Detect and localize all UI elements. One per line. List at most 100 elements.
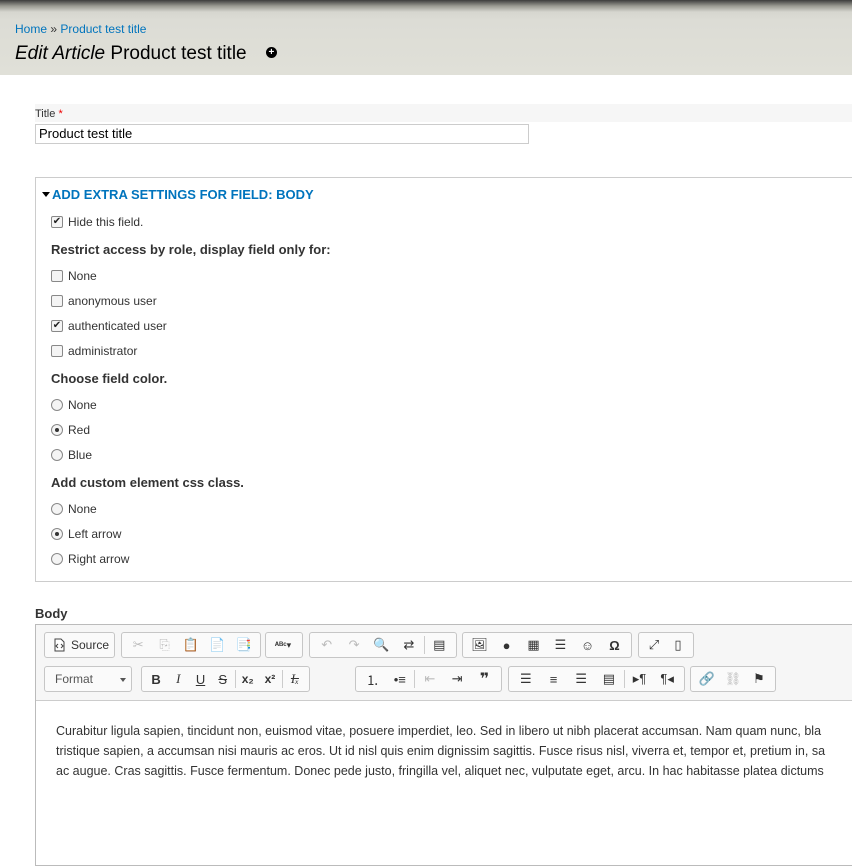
add-shortcut-icon[interactable]: + <box>265 47 277 59</box>
hide-field-option[interactable]: ✔ Hide this field. <box>51 215 143 229</box>
list-group: ⒈ •≡ ⇤ ⇥ ❞ <box>355 666 502 692</box>
title-label-text: Title <box>35 108 56 120</box>
smiley-icon[interactable]: ☺ <box>574 634 601 656</box>
editor-content[interactable]: Curabitur ligula sapien, tincidunt non, … <box>56 721 852 781</box>
editor-toolbar: Source ✂ ⎘ 📋 📄 📑 ᴬᴮᶜ▾ ↶ ↷ 🔍 ⇄ ▤ 🖼 ● ▦ ☰ … <box>36 625 852 701</box>
extra-settings-toggle[interactable]: Add extra settings for field: Body <box>42 187 314 202</box>
role-authenticated-checkbox[interactable]: ✔ <box>51 319 63 332</box>
redo-icon[interactable]: ↷ <box>340 634 367 656</box>
color-blue-radio[interactable] <box>51 448 63 461</box>
hide-field-label: Hide this field. <box>68 215 144 229</box>
source-button[interactable]: Source <box>48 638 114 652</box>
format-label: Format <box>55 672 94 686</box>
bulleted-list-icon[interactable]: •≡ <box>386 668 413 690</box>
color-red-radio[interactable] <box>51 423 63 436</box>
image-icon[interactable]: 🖼 <box>466 634 493 656</box>
toolbar-separator <box>623 670 625 688</box>
color-group-title: Choose field color. <box>51 371 168 386</box>
css-none-label: None <box>68 502 97 516</box>
css-left-arrow-radio[interactable] <box>51 527 63 540</box>
toolbar-separator <box>282 670 283 688</box>
css-option-none[interactable]: None <box>51 502 97 516</box>
align-left-icon[interactable]: ☰ <box>512 668 540 690</box>
body-editor: Source ✂ ⎘ 📋 📄 📑 ᴬᴮᶜ▾ ↶ ↷ 🔍 ⇄ ▤ 🖼 ● ▦ ☰ … <box>35 624 852 866</box>
italic-icon[interactable]: I <box>167 668 189 690</box>
find-icon[interactable]: 🔍 <box>368 634 395 656</box>
css-option-left-arrow[interactable]: Left arrow <box>51 527 121 541</box>
strike-icon[interactable]: S <box>212 668 234 690</box>
numbered-list-icon[interactable]: ⒈ <box>359 668 386 690</box>
indent-icon[interactable]: ⇥ <box>444 668 471 690</box>
extra-settings-fieldset: Add extra settings for field: Body ✔ Hide… <box>35 177 852 582</box>
paste-word-icon[interactable]: 📑 <box>231 634 257 656</box>
breadcrumb-current-link[interactable]: Product test title <box>60 22 146 36</box>
view-group: ⤢ ▯ <box>638 632 694 658</box>
collapse-triangle-icon <box>42 192 50 198</box>
undo-icon[interactable]: ↶ <box>313 634 340 656</box>
align-center-icon[interactable]: ≡ <box>540 668 568 690</box>
select-all-icon[interactable]: ▤ <box>426 634 453 656</box>
alignment-group: ☰ ≡ ☰ ▤ ▸¶ ¶◂ <box>508 666 685 692</box>
role-administrator-label: administrator <box>68 344 138 358</box>
anchor-flag-icon[interactable]: ⚑ <box>746 668 772 690</box>
css-right-arrow-label: Right arrow <box>68 552 130 566</box>
title-input[interactable] <box>35 124 529 144</box>
link-icon[interactable]: 🔗 <box>694 668 720 690</box>
maximize-icon[interactable]: ⤢ <box>642 634 666 656</box>
source-group: Source <box>44 632 115 658</box>
body-field-label: Body <box>35 606 68 621</box>
page-title-prefix: Edit Article <box>15 43 106 64</box>
color-option-red[interactable]: Red <box>51 423 90 437</box>
css-class-group-title: Add custom element css class. <box>51 475 244 490</box>
bold-icon[interactable]: B <box>145 668 167 690</box>
copy-icon[interactable]: ⎘ <box>151 634 177 656</box>
align-right-icon[interactable]: ☰ <box>567 668 595 690</box>
color-red-label: Red <box>68 423 91 437</box>
remove-format-icon[interactable]: Iₓ <box>284 668 306 690</box>
title-field: Title * <box>35 104 852 152</box>
role-option-administrator[interactable]: administrator <box>51 344 137 358</box>
role-authenticated-label: authenticated user <box>68 319 167 333</box>
css-right-arrow-radio[interactable] <box>51 552 63 565</box>
paste-icon[interactable]: 📋 <box>178 634 204 656</box>
horizontal-rule-icon[interactable]: ☰ <box>547 634 574 656</box>
color-option-none[interactable]: None <box>51 398 97 412</box>
hide-field-checkbox[interactable]: ✔ <box>51 215 63 228</box>
role-option-none[interactable]: None <box>51 269 97 283</box>
unlink-icon[interactable]: ⛓ <box>720 668 746 690</box>
css-option-right-arrow[interactable]: Right arrow <box>51 552 129 566</box>
role-administrator-checkbox[interactable] <box>51 344 63 357</box>
role-anonymous-label: anonymous user <box>68 294 157 308</box>
role-none-checkbox[interactable] <box>51 269 63 282</box>
role-anonymous-checkbox[interactable] <box>51 294 63 307</box>
role-option-anonymous[interactable]: anonymous user <box>51 294 157 308</box>
spellcheck-icon[interactable]: ᴬᴮᶜ▾ <box>269 634 297 656</box>
rtl-icon[interactable]: ¶◂ <box>653 668 681 690</box>
special-char-icon[interactable]: Ω <box>601 634 628 656</box>
color-option-blue[interactable]: Blue <box>51 448 92 462</box>
basic-styles-group: B I U S x₂ x² Iₓ <box>141 666 310 692</box>
content-line: ac augue. Cras sagittis. Fusce fermentum… <box>56 764 824 778</box>
ltr-icon[interactable]: ▸¶ <box>626 668 654 690</box>
format-dropdown[interactable]: Format <box>44 666 132 692</box>
table-icon[interactable]: ▦ <box>520 634 547 656</box>
cut-icon[interactable]: ✂ <box>125 634 151 656</box>
paste-text-icon[interactable]: 📄 <box>204 634 230 656</box>
flash-icon[interactable]: ● <box>493 634 520 656</box>
role-option-authenticated[interactable]: ✔ authenticated user <box>51 319 167 333</box>
replace-icon[interactable]: ⇄ <box>395 634 422 656</box>
blockquote-icon[interactable]: ❞ <box>471 668 498 690</box>
color-blue-label: Blue <box>68 448 93 462</box>
underline-icon[interactable]: U <box>189 668 211 690</box>
subscript-icon[interactable]: x₂ <box>237 668 259 690</box>
undo-find-group: ↶ ↷ 🔍 ⇄ ▤ <box>309 632 457 658</box>
justify-icon[interactable]: ▤ <box>595 668 623 690</box>
outdent-icon[interactable]: ⇤ <box>416 668 443 690</box>
superscript-icon[interactable]: x² <box>259 668 281 690</box>
role-none-label: None <box>68 269 97 283</box>
color-none-radio[interactable] <box>51 398 63 411</box>
show-blocks-icon[interactable]: ▯ <box>666 634 690 656</box>
breadcrumb-home-link[interactable]: Home <box>15 22 47 36</box>
css-none-radio[interactable] <box>51 502 63 515</box>
breadcrumb: Home » Product test title <box>15 22 146 36</box>
